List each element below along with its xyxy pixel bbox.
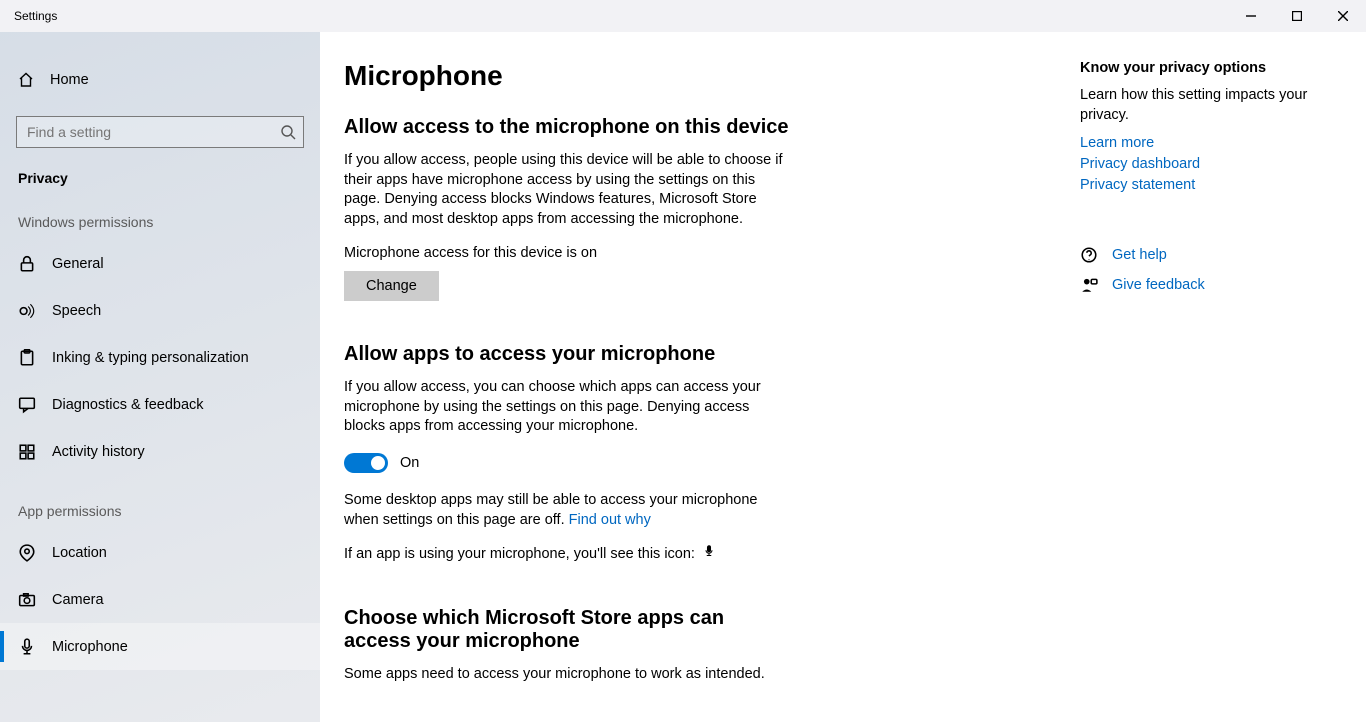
sidebar-home-label: Home xyxy=(50,72,89,88)
get-help-link[interactable]: Get help xyxy=(1112,247,1167,263)
history-icon xyxy=(18,443,36,461)
window-title: Settings xyxy=(0,9,57,23)
microphone-inline-icon xyxy=(703,544,715,565)
sidebar-item-camera[interactable]: Camera xyxy=(0,576,320,623)
help-icon xyxy=(1080,246,1098,264)
sidebar-item-location[interactable]: Location xyxy=(0,529,320,576)
sidebar-item-general[interactable]: General xyxy=(0,240,320,287)
sidebar-home[interactable]: Home xyxy=(0,58,320,102)
feedback-icon xyxy=(18,396,36,414)
sidebar-item-inking[interactable]: Inking & typing personalization xyxy=(0,334,320,381)
change-button[interactable]: Change xyxy=(344,271,439,301)
maximize-button[interactable] xyxy=(1274,0,1320,32)
page-title: Microphone xyxy=(344,60,1056,92)
close-button[interactable] xyxy=(1320,0,1366,32)
sidebar-category: Privacy xyxy=(0,148,320,186)
aside-link-privacy-dashboard[interactable]: Privacy dashboard xyxy=(1080,154,1322,175)
device-access-status: Microphone access for this device is on xyxy=(344,245,1056,261)
aside-panel: Know your privacy options Learn how this… xyxy=(1080,32,1346,722)
search-input-wrap xyxy=(16,116,304,148)
toggle-state-label: On xyxy=(400,455,419,471)
location-icon xyxy=(18,544,36,562)
aside-link-learn-more[interactable]: Learn more xyxy=(1080,133,1322,154)
section-app-access-title: Allow apps to access your microphone xyxy=(344,343,1056,366)
sidebar-item-speech[interactable]: Speech xyxy=(0,287,320,334)
sidebar-item-activity[interactable]: Activity history xyxy=(0,428,320,475)
section-app-access-desc: If you allow access, you can choose whic… xyxy=(344,378,784,437)
speech-icon xyxy=(18,302,36,320)
home-icon xyxy=(18,72,34,88)
sidebar: Home Privacy Windows permissions General… xyxy=(0,32,320,722)
app-access-toggle[interactable] xyxy=(344,453,388,473)
clipboard-icon xyxy=(18,349,36,367)
sidebar-group-windows: Windows permissions xyxy=(0,186,320,240)
aside-link-privacy-statement[interactable]: Privacy statement xyxy=(1080,175,1322,196)
sidebar-item-label: Diagnostics & feedback xyxy=(52,397,204,413)
section-device-access-title: Allow access to the microphone on this d… xyxy=(344,116,1056,139)
feedback-person-icon xyxy=(1080,276,1098,294)
sidebar-item-label: Inking & typing personalization xyxy=(52,350,249,366)
lock-icon xyxy=(18,255,36,273)
aside-title: Know your privacy options xyxy=(1080,60,1322,76)
sidebar-group-app: App permissions xyxy=(0,475,320,529)
find-out-why-link[interactable]: Find out why xyxy=(569,512,651,528)
sidebar-item-label: Location xyxy=(52,545,107,561)
camera-icon xyxy=(18,591,36,609)
titlebar: Settings xyxy=(0,0,1366,32)
section-device-access-desc: If you allow access, people using this d… xyxy=(344,151,784,229)
microphone-icon xyxy=(18,638,36,656)
desktop-apps-note: Some desktop apps may still be able to a… xyxy=(344,491,784,530)
section-store-apps-title: Choose which Microsoft Store apps can ac… xyxy=(344,607,784,653)
minimize-button[interactable] xyxy=(1228,0,1274,32)
sidebar-item-label: Speech xyxy=(52,303,101,319)
sidebar-item-label: General xyxy=(52,256,104,272)
sidebar-item-label: Camera xyxy=(52,592,104,608)
sidebar-item-diagnostics[interactable]: Diagnostics & feedback xyxy=(0,381,320,428)
sidebar-item-microphone[interactable]: Microphone xyxy=(0,623,320,670)
main-content: Microphone Allow access to the microphon… xyxy=(320,32,1080,722)
search-icon xyxy=(280,124,296,140)
give-feedback-link[interactable]: Give feedback xyxy=(1112,277,1205,293)
section-store-apps-desc: Some apps need to access your microphone… xyxy=(344,665,784,685)
search-input[interactable] xyxy=(16,116,304,148)
sidebar-item-label: Microphone xyxy=(52,639,128,655)
mic-in-use-line: If an app is using your microphone, you'… xyxy=(344,544,784,565)
aside-desc: Learn how this setting impacts your priv… xyxy=(1080,86,1322,125)
sidebar-item-label: Activity history xyxy=(52,444,145,460)
